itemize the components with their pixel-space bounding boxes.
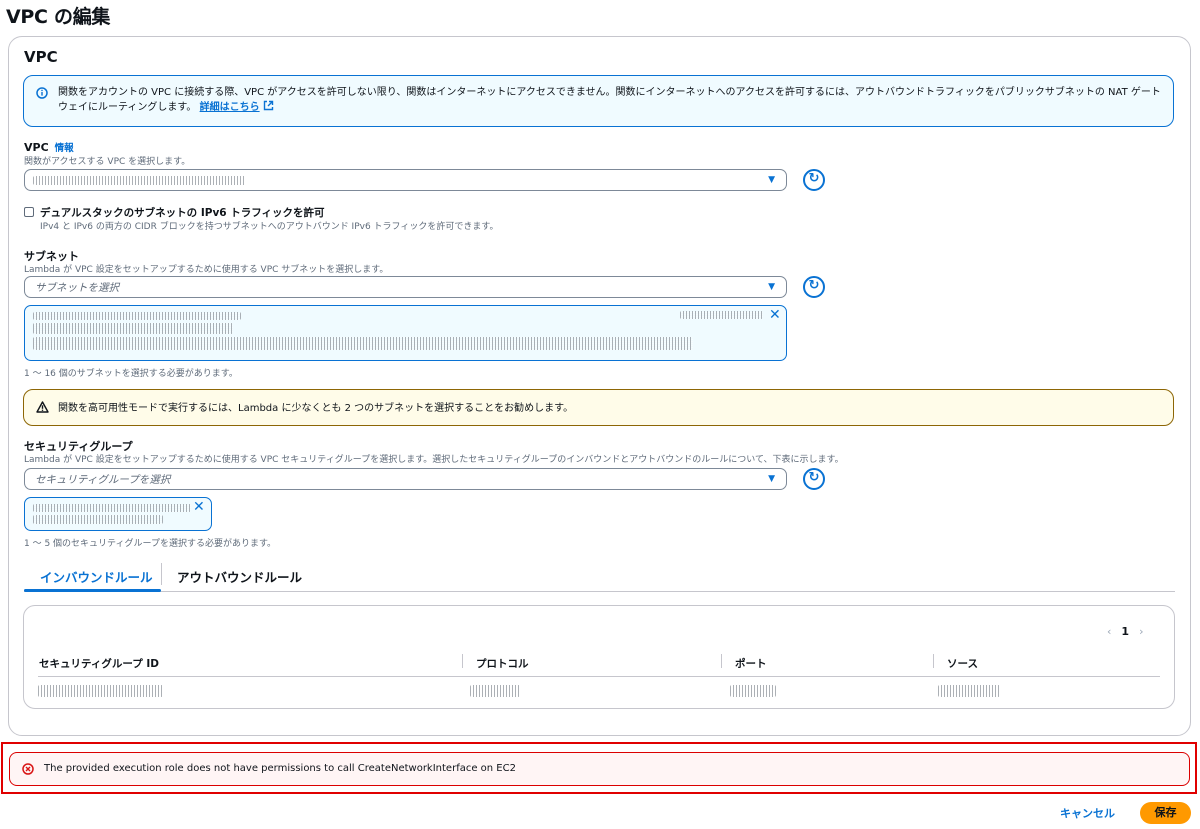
- subnet-description: Lambda が VPC 設定をセットアップするために使用する VPC サブネッ…: [24, 265, 389, 275]
- sg-description: Lambda が VPC 設定をセットアップするために使用する VPC セキュリ…: [24, 455, 844, 465]
- tab-inbound-rules[interactable]: インバウンドルール: [40, 567, 153, 586]
- chevron-left-icon[interactable]: ‹: [1107, 625, 1111, 638]
- subnet-refresh-button[interactable]: ↻: [803, 276, 825, 298]
- error-circle-icon: [22, 763, 34, 778]
- warning-triangle-icon: [36, 401, 49, 418]
- refresh-icon: ↻: [808, 171, 820, 186]
- redacted-cell: [470, 685, 520, 697]
- learn-more-link[interactable]: 詳細はこちら: [200, 102, 260, 113]
- redacted-cell: [38, 685, 163, 697]
- caret-down-icon: ▼: [768, 474, 775, 484]
- redacted-sg-id: [33, 515, 163, 524]
- info-alert: 関数をアカウントの VPC に接続する際、VPC がアクセスを許可しない限り、関…: [23, 75, 1174, 127]
- error-alert: The provided execution role does not hav…: [9, 752, 1190, 786]
- active-tab-indicator: [24, 589, 161, 592]
- subnet-constraint: 1 ～ 16 個のサブネットを選択する必要があります。: [24, 369, 238, 379]
- tabs-baseline: [24, 591, 1175, 592]
- redacted-cell: [938, 685, 1000, 697]
- redacted-subnet-detail: [33, 323, 233, 334]
- sg-placeholder: セキュリティグループを選択: [35, 474, 171, 486]
- close-icon[interactable]: ✕: [193, 499, 205, 515]
- vpc-select[interactable]: ▼: [24, 169, 787, 191]
- external-link-icon[interactable]: [263, 100, 274, 113]
- caret-down-icon: ▼: [768, 282, 775, 292]
- sg-constraint: 1 ～ 5 個のセキュリティグループを選択する必要があります。: [24, 539, 277, 549]
- page-title: VPC の編集: [6, 6, 111, 28]
- table-row: [38, 683, 1160, 703]
- column-divider: [933, 654, 934, 668]
- redacted-subnet-detail: [33, 337, 693, 350]
- ipv6-description: IPv4 と IPv6 の両方の CIDR ブロックを持つサブネットへのアウトバ…: [40, 222, 499, 232]
- ipv6-checkbox[interactable]: [24, 207, 34, 217]
- vpc-refresh-button[interactable]: ↻: [803, 169, 825, 191]
- error-alert-text: The provided execution role does not hav…: [44, 763, 516, 774]
- redacted-subnet-name: [33, 312, 241, 320]
- info-circle-icon: [36, 87, 48, 104]
- chevron-right-icon[interactable]: ›: [1139, 625, 1143, 638]
- subnet-placeholder: サブネットを選択: [35, 282, 119, 294]
- close-icon[interactable]: ✕: [769, 307, 781, 323]
- table-header-divider: [38, 676, 1160, 677]
- caret-down-icon: ▼: [768, 175, 775, 185]
- refresh-icon: ↻: [808, 278, 820, 293]
- tab-outbound-rules[interactable]: アウトバウンドルール: [177, 567, 302, 586]
- subnet-token: ✕: [24, 305, 787, 361]
- sg-token: ✕: [24, 497, 212, 531]
- vpc-description: 関数がアクセスする VPC を選択します。: [24, 157, 191, 167]
- tab-divider: [161, 563, 162, 585]
- vpc-info-link[interactable]: 情報: [55, 143, 74, 154]
- column-divider: [721, 654, 722, 668]
- warning-alert: 関数を高可用性モードで実行するには、Lambda に少なくとも 2 つのサブネッ…: [23, 389, 1174, 426]
- save-button[interactable]: 保存: [1140, 802, 1191, 824]
- redacted-subnet-id: [680, 311, 763, 319]
- cancel-button[interactable]: キャンセル: [1060, 805, 1115, 821]
- page-number[interactable]: 1: [1121, 625, 1129, 638]
- ipv6-label[interactable]: デュアルスタックのサブネットの IPv6 トラフィックを許可: [40, 205, 325, 220]
- subnet-select[interactable]: サブネットを選択 ▼: [24, 276, 787, 298]
- pagination: ‹ 1 ›: [1107, 625, 1143, 638]
- sg-refresh-button[interactable]: ↻: [803, 468, 825, 490]
- refresh-icon: ↻: [808, 470, 820, 485]
- redacted-sg-name: [33, 504, 191, 512]
- redacted-cell: [730, 685, 776, 697]
- panel-title: VPC: [24, 48, 58, 66]
- warning-alert-text: 関数を高可用性モードで実行するには、Lambda に少なくとも 2 つのサブネッ…: [58, 403, 574, 414]
- vpc-label: VPC 情報: [24, 141, 74, 154]
- sg-select[interactable]: セキュリティグループを選択 ▼: [24, 468, 787, 490]
- column-header-port: ポート: [735, 658, 767, 670]
- redacted-vpc-value: [33, 176, 246, 185]
- column-header-source: ソース: [947, 658, 978, 670]
- column-header-protocol: プロトコル: [476, 658, 529, 670]
- column-divider: [462, 654, 463, 668]
- column-header-sg-id: セキュリティグループ ID: [39, 658, 160, 670]
